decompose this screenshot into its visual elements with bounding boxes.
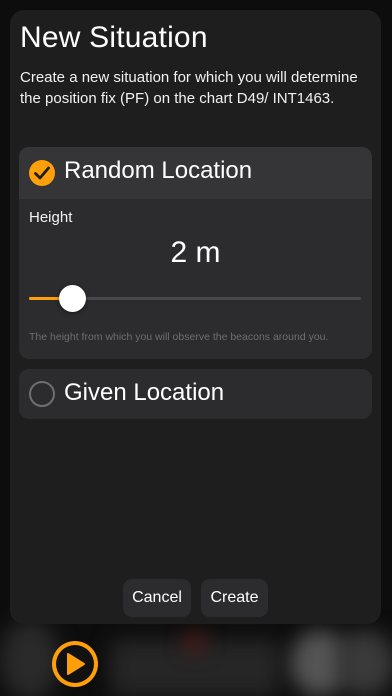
cancel-button[interactable]: Cancel — [123, 579, 191, 617]
create-button[interactable]: Create — [201, 579, 268, 617]
random-location-card: Random Location Height 2 m The height fr… — [19, 147, 372, 359]
given-location-label: Given Location — [64, 379, 225, 406]
random-location-label: Random Location — [64, 157, 253, 184]
new-situation-sheet: New Situation Create a new situation for… — [10, 10, 381, 624]
height-label: Height — [29, 209, 73, 226]
radio-empty-icon — [29, 381, 55, 407]
height-slider-thumb[interactable] — [58, 285, 86, 312]
height-value: 2 m — [170, 236, 221, 269]
background-blur — [185, 632, 205, 652]
play-icon — [67, 653, 85, 675]
background-blur — [335, 630, 392, 696]
checkmark-circle-icon — [29, 160, 55, 186]
play-button[interactable] — [52, 641, 98, 687]
background-blur — [0, 620, 60, 696]
random-location-option[interactable]: Random Location — [19, 147, 372, 199]
dialog-description: Create a new situation for which you wil… — [20, 69, 358, 107]
given-location-option[interactable]: Given Location — [19, 369, 372, 419]
page-title: New Situation — [20, 21, 208, 54]
height-hint: The height from which you will observe t… — [29, 331, 329, 343]
